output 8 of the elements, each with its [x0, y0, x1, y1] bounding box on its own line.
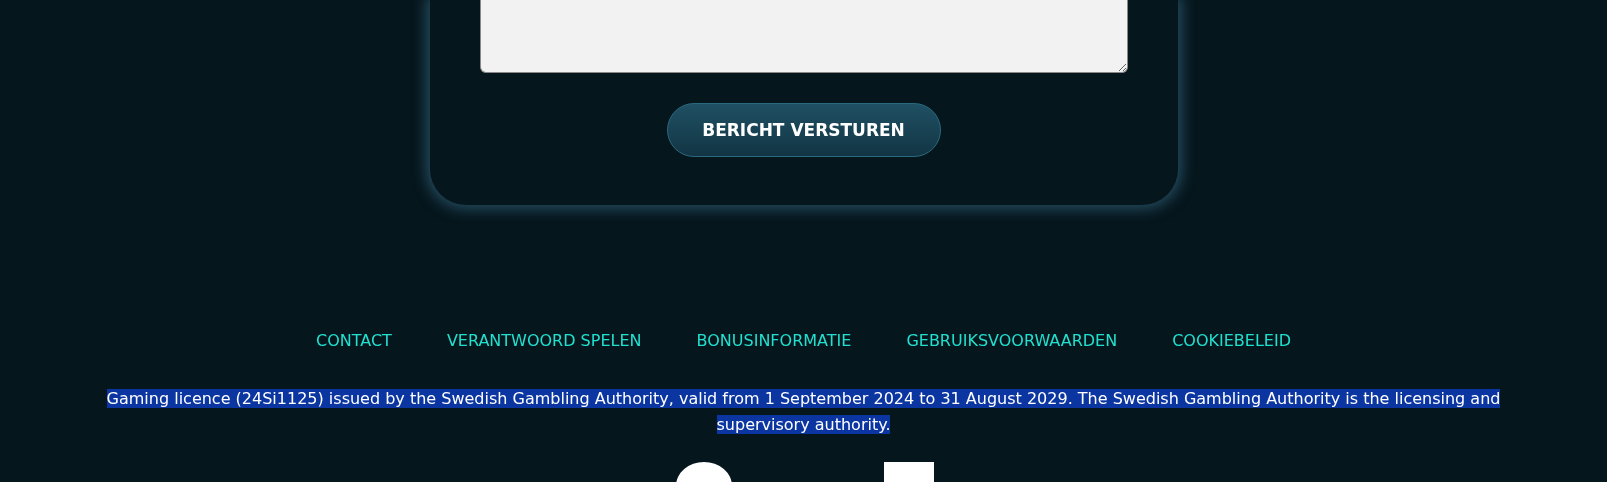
licence-text: Gaming licence (24Si1125) issued by the Swedish Gambling Authority, valid from 1 September 2024 to 31 August 2029. The Swedish Gambling Authority is the licensing and supervisory authority. — [105, 388, 1502, 436]
footer-link[interactable]: BONUSINFORMATIE — [696, 331, 852, 350]
message-field[interactable] — [479, 0, 1128, 73]
footer-link[interactable]: GEBRUIKSVOORWAARDEN — [906, 331, 1118, 350]
footer-link[interactable]: VERANTWOORD SPELEN — [446, 331, 642, 350]
footer-link[interactable]: CONTACT — [316, 331, 392, 350]
footer-link[interactable]: COOKIEBELEID — [1172, 331, 1291, 350]
submit-button[interactable]: BERICHT VERSTUREN — [666, 103, 941, 157]
